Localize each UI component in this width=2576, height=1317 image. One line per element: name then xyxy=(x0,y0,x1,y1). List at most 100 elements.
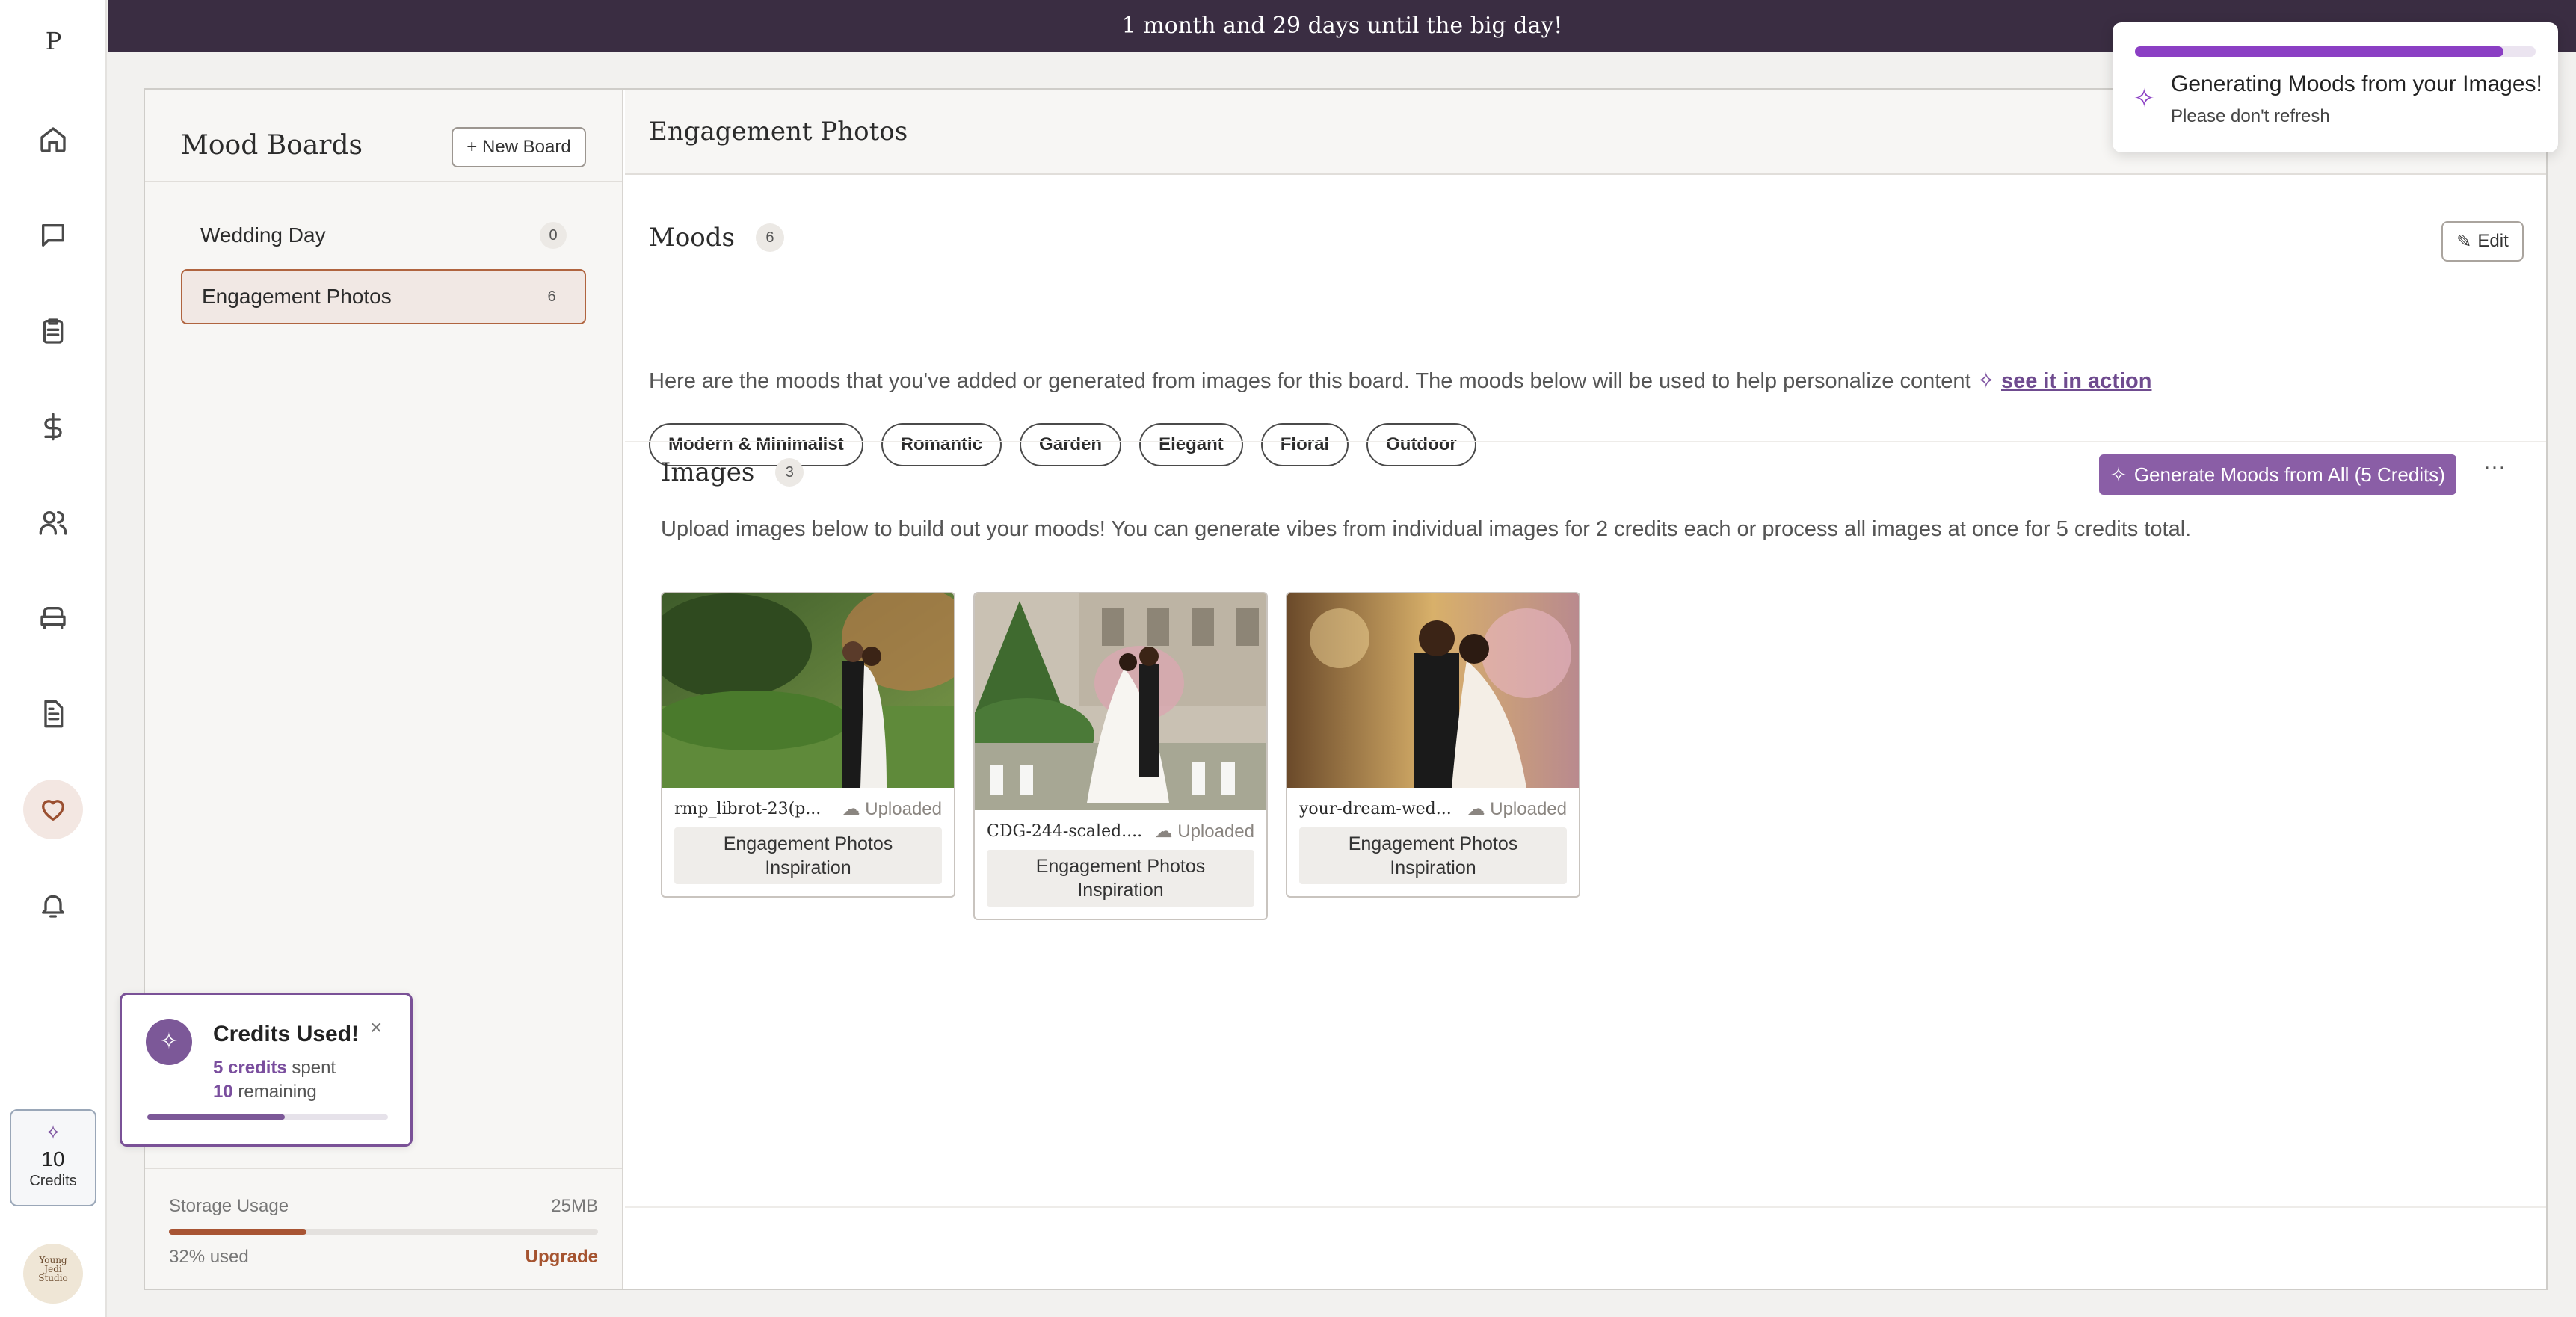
photo-thumbnail[interactable] xyxy=(662,593,954,788)
image-cards: rmp_librot-23(p... ☁ Uploaded Engagement… xyxy=(661,592,1580,920)
storage-used-text: 32% used xyxy=(169,1247,249,1267)
budget-icon xyxy=(44,413,62,441)
edit-label: Edit xyxy=(2477,231,2509,251)
moods-title: Moods xyxy=(649,223,735,253)
upload-status-text: Uploaded xyxy=(1177,821,1254,842)
nav-notifications[interactable] xyxy=(23,875,83,935)
board-item-engagement-photos[interactable]: Engagement Photos 6 xyxy=(181,269,586,324)
moods-description-text: Here are the moods that you've added or … xyxy=(649,369,1971,393)
app-logo[interactable]: P xyxy=(0,27,107,55)
image-filename: your-dream-wed... xyxy=(1299,800,1452,818)
toast-title: Credits Used! xyxy=(213,1022,360,1046)
left-nav-rail: P ✧ 10 Credits Young Jedi Studio xyxy=(0,0,107,1317)
nav-vendors[interactable] xyxy=(23,588,83,648)
credits-widget[interactable]: ✧ 10 Credits xyxy=(10,1109,96,1206)
moods-description: Here are the moods that you've added or … xyxy=(649,368,2151,394)
main-frame: Mood Boards + New Board Wedding Day 0 En… xyxy=(144,88,2548,1290)
close-icon[interactable]: × xyxy=(370,1016,382,1040)
images-heading: Images 3 xyxy=(661,457,804,487)
upgrade-link[interactable]: Upgrade xyxy=(526,1247,598,1268)
guests-icon xyxy=(39,511,67,535)
credits-remaining-suffix: remaining xyxy=(232,1082,317,1102)
divider xyxy=(145,181,622,182)
image-card[interactable]: your-dream-wed... ☁ Uploaded Engagement … xyxy=(1286,592,1580,898)
avatar-text: Studio xyxy=(38,1273,68,1283)
upload-status: ☁ Uploaded xyxy=(1155,821,1254,842)
messages-icon xyxy=(42,224,65,247)
moods-count: 6 xyxy=(755,223,784,252)
image-filename: rmp_librot-23(p... xyxy=(674,800,822,818)
generate-moods-button[interactable]: ✧ Generate Moods from All (5 Credits) xyxy=(2099,454,2456,495)
upload-status: ☁ Uploaded xyxy=(842,798,942,820)
toast-subtitle: Please don't refresh xyxy=(2171,106,2330,126)
home-icon xyxy=(40,127,66,152)
sparkle-icon: ✧ xyxy=(146,1019,192,1065)
photo-thumbnail[interactable] xyxy=(975,593,1266,810)
image-board-tag: Engagement Photos Inspiration xyxy=(987,850,1254,907)
new-board-button[interactable]: + New Board xyxy=(452,127,586,167)
panel-title: Mood Boards xyxy=(181,130,363,161)
credits-used-toast: ✧ × Credits Used! 5 credits spent 10 rem… xyxy=(120,993,413,1147)
image-filename: CDG-244-scaled.... xyxy=(987,822,1143,841)
sparkle-icon: ✧ xyxy=(1976,369,2002,393)
nav-mood-boards[interactable] xyxy=(23,780,83,839)
nav-documents[interactable] xyxy=(23,684,83,744)
nav-guests[interactable] xyxy=(23,493,83,552)
checklist-icon xyxy=(43,318,64,344)
storage-bar xyxy=(169,1229,598,1235)
sparkle-icon: ✧ xyxy=(45,1121,61,1144)
toast-title: Generating Moods from your Images! xyxy=(2171,72,2542,96)
generating-toast: ✧ Generating Moods from your Images! Ple… xyxy=(2113,22,2558,152)
image-card[interactable]: rmp_librot-23(p... ☁ Uploaded Engagement… xyxy=(661,592,955,898)
cloud-icon: ☁ xyxy=(1467,799,1491,819)
upload-status-text: Uploaded xyxy=(1490,799,1567,819)
progress-bar-fill xyxy=(2135,46,2504,57)
nav-home[interactable] xyxy=(23,110,83,170)
see-it-in-action-link[interactable]: see it in action xyxy=(2001,369,2151,393)
credits-remaining: 10 remaining xyxy=(213,1082,317,1102)
nav-checklist[interactable] xyxy=(23,301,83,361)
nav-budget[interactable] xyxy=(23,397,83,457)
board-item-label: Engagement Photos xyxy=(202,285,392,308)
credits-progress-fill xyxy=(147,1114,285,1120)
edit-moods-button[interactable]: ✎ Edit xyxy=(2441,221,2524,262)
nav-messages[interactable] xyxy=(23,206,83,265)
board-item-count: 6 xyxy=(547,288,556,305)
image-card[interactable]: CDG-244-scaled.... ☁ Uploaded Engagement… xyxy=(973,592,1268,920)
image-board-tag: Engagement Photos Inspiration xyxy=(674,827,942,884)
credits-count: 10 xyxy=(41,1147,65,1171)
images-description: Upload images below to build out your mo… xyxy=(661,517,2192,541)
storage-bar-fill xyxy=(169,1229,306,1235)
credits-spent-value: 5 credits xyxy=(213,1058,287,1078)
images-title: Images xyxy=(661,457,755,487)
board-content: Engagement Photos Moods 6 ✎ Edit Here ar… xyxy=(625,90,2546,1289)
progress-bar xyxy=(2135,46,2536,57)
credits-spent-suffix: spent xyxy=(286,1058,336,1078)
documents-icon xyxy=(44,700,64,728)
pencil-icon: ✎ xyxy=(2456,231,2472,252)
vendors-icon xyxy=(40,607,66,629)
credits-label: Credits xyxy=(29,1173,77,1189)
avatar[interactable]: Young Jedi Studio xyxy=(23,1244,83,1304)
upload-status-text: Uploaded xyxy=(865,799,942,819)
board-item-label: Wedding Day xyxy=(200,223,326,247)
generate-label: Generate Moods from All (5 Credits) xyxy=(2133,463,2445,486)
board-item-wedding-day[interactable]: Wedding Day 0 xyxy=(181,208,586,263)
images-count: 3 xyxy=(775,458,804,487)
credits-spent: 5 credits spent xyxy=(213,1058,336,1079)
cloud-icon: ☁ xyxy=(1154,821,1178,842)
credits-remaining-value: 10 xyxy=(213,1082,233,1102)
cloud-icon: ☁ xyxy=(842,799,866,819)
storage-size: 25MB xyxy=(551,1196,598,1216)
heart-icon xyxy=(42,800,65,821)
board-item-count: 0 xyxy=(540,222,567,249)
image-board-tag: Engagement Photos Inspiration xyxy=(1299,827,1567,884)
moods-heading: Moods 6 xyxy=(649,223,784,253)
images-section: Images 3 ✧ Generate Moods from All (5 Cr… xyxy=(625,441,2546,1208)
board-title: Engagement Photos xyxy=(649,117,908,146)
bell-icon xyxy=(42,895,65,918)
photo-thumbnail[interactable] xyxy=(1287,593,1579,788)
more-options-button[interactable]: ··· xyxy=(2476,456,2513,486)
upload-status: ☁ Uploaded xyxy=(1467,798,1567,820)
sparkle-icon: ✧ xyxy=(2133,84,2155,113)
